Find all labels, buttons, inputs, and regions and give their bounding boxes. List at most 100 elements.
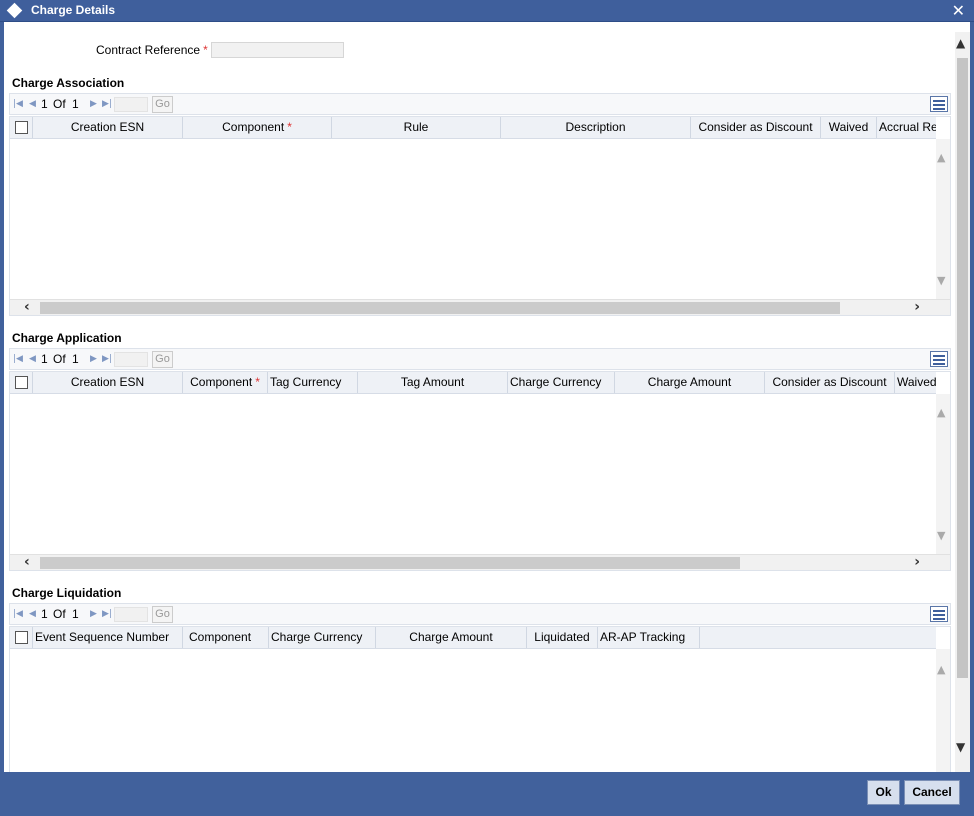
- ok-button[interactable]: Ok: [867, 780, 900, 805]
- select-all-checkbox[interactable]: [15, 121, 28, 134]
- charge-association-grid: Creation ESN Component * Rule Description…: [9, 116, 951, 316]
- current-page: 1: [41, 607, 48, 621]
- window-title: Charge Details: [31, 3, 116, 17]
- required-marker: *: [255, 375, 260, 389]
- column-header[interactable]: Rule: [332, 117, 501, 138]
- column-header-component[interactable]: Component *: [183, 117, 332, 138]
- vertical-scrollbar[interactable]: ▲ ▼: [936, 394, 950, 554]
- table-header: Event Sequence Number Component Charge C…: [10, 627, 936, 649]
- scroll-down-icon[interactable]: ▼: [956, 740, 965, 754]
- page-number-input[interactable]: [114, 607, 148, 622]
- select-all-cell: [10, 627, 33, 648]
- scroll-up-icon[interactable]: ▲: [956, 36, 965, 50]
- current-page: 1: [41, 352, 48, 366]
- column-header[interactable]: Accrual Re: [877, 117, 936, 138]
- column-header-component[interactable]: Component *: [183, 372, 268, 393]
- next-page-icon[interactable]: ▶: [90, 354, 97, 365]
- select-all-checkbox[interactable]: [15, 376, 28, 389]
- vertical-scrollbar[interactable]: ▲ ▼: [936, 139, 950, 299]
- page-number-input[interactable]: [114, 97, 148, 112]
- scroll-down-icon[interactable]: ▼: [937, 274, 945, 287]
- select-all-cell: [10, 372, 33, 393]
- column-header[interactable]: Consider as Discount: [765, 372, 895, 393]
- select-all-checkbox[interactable]: [15, 631, 28, 644]
- table-header: Creation ESN Component * Tag Currency Tag…: [10, 372, 936, 394]
- required-marker: *: [203, 43, 208, 57]
- column-header[interactable]: Charge Amount: [615, 372, 765, 393]
- last-page-icon[interactable]: ▶|: [102, 609, 112, 620]
- grid-settings-icon[interactable]: [930, 351, 948, 367]
- charge-association-title: Charge Association: [12, 76, 125, 90]
- page-number-input[interactable]: [114, 352, 148, 367]
- scroll-up-icon[interactable]: ▲: [937, 663, 945, 676]
- last-page-icon[interactable]: ▶|: [102, 99, 112, 110]
- dialog-vertical-scrollbar[interactable]: ▲ ▼: [955, 32, 970, 772]
- column-header[interactable]: Creation ESN: [33, 372, 183, 393]
- select-all-cell: [10, 117, 33, 138]
- charge-liquidation-toolbar: |◀ ◀ 1 Of 1 ▶ ▶| Go: [9, 603, 951, 625]
- scroll-left-icon[interactable]: ‹: [24, 554, 30, 570]
- next-page-icon[interactable]: ▶: [90, 609, 97, 620]
- current-page: 1: [41, 97, 48, 111]
- charge-application-title: Charge Application: [12, 331, 122, 345]
- scrollbar-thumb[interactable]: [40, 557, 740, 569]
- previous-page-icon[interactable]: ◀: [29, 609, 36, 620]
- next-page-icon[interactable]: ▶: [90, 99, 97, 110]
- column-header[interactable]: Tag Amount: [358, 372, 508, 393]
- scroll-up-icon[interactable]: ▲: [937, 406, 945, 419]
- scroll-down-icon[interactable]: ▼: [937, 529, 945, 542]
- first-page-icon[interactable]: |◀: [13, 609, 23, 620]
- previous-page-icon[interactable]: ◀: [29, 354, 36, 365]
- column-header[interactable]: Waived: [895, 372, 936, 393]
- required-marker: *: [287, 120, 292, 134]
- go-button[interactable]: Go: [152, 606, 173, 623]
- column-header[interactable]: Charge Currency: [269, 627, 376, 648]
- column-header[interactable]: Tag Currency: [268, 372, 358, 393]
- previous-page-icon[interactable]: ◀: [29, 99, 36, 110]
- charge-liquidation-grid: Event Sequence Number Component Charge C…: [9, 626, 951, 772]
- close-icon[interactable]: ✕: [952, 1, 965, 20]
- horizontal-scrollbar[interactable]: ‹ ›: [10, 554, 950, 570]
- column-header[interactable]: Creation ESN: [33, 117, 183, 138]
- last-page-icon[interactable]: ▶|: [102, 354, 112, 365]
- scrollbar-thumb[interactable]: [40, 302, 840, 314]
- column-header[interactable]: Description: [501, 117, 691, 138]
- of-label: Of: [53, 607, 66, 621]
- column-header[interactable]: Consider as Discount: [691, 117, 821, 138]
- horizontal-scrollbar[interactable]: ‹ ›: [10, 299, 950, 315]
- scroll-right-icon[interactable]: ›: [914, 299, 920, 315]
- vertical-scrollbar[interactable]: ▲: [936, 649, 950, 772]
- column-header[interactable]: AR-AP Tracking: [598, 627, 700, 648]
- column-header[interactable]: Event Sequence Number: [33, 627, 183, 648]
- grid-settings-icon[interactable]: [930, 96, 948, 112]
- go-button[interactable]: Go: [152, 96, 173, 113]
- cancel-button[interactable]: Cancel: [904, 780, 960, 805]
- column-header-label: Component: [190, 375, 253, 389]
- total-pages: 1: [72, 607, 79, 621]
- column-header[interactable]: Charge Amount: [376, 627, 527, 648]
- first-page-icon[interactable]: |◀: [13, 99, 23, 110]
- charge-liquidation-title: Charge Liquidation: [12, 586, 122, 600]
- grid-settings-icon[interactable]: [930, 606, 948, 622]
- column-header[interactable]: Liquidated: [527, 627, 598, 648]
- title-bar: Charge Details ✕: [0, 0, 974, 22]
- total-pages: 1: [72, 352, 79, 366]
- dialog-content: Contract Reference * Charge Association |…: [4, 22, 970, 772]
- column-header[interactable]: Charge Currency: [508, 372, 615, 393]
- scrollbar-thumb[interactable]: [957, 58, 968, 678]
- of-label: Of: [53, 97, 66, 111]
- first-page-icon[interactable]: |◀: [13, 354, 23, 365]
- table-header: Creation ESN Component * Rule Description…: [10, 117, 936, 139]
- scroll-right-icon[interactable]: ›: [914, 554, 920, 570]
- column-header[interactable]: Component: [183, 627, 269, 648]
- column-header[interactable]: Waived: [821, 117, 877, 138]
- app-diamond-icon: [6, 2, 23, 19]
- scroll-up-icon[interactable]: ▲: [937, 151, 945, 164]
- dialog-footer: Ok Cancel: [0, 772, 974, 816]
- contract-reference-input[interactable]: [211, 42, 344, 58]
- charge-application-toolbar: |◀ ◀ 1 Of 1 ▶ ▶| Go: [9, 348, 951, 370]
- go-button[interactable]: Go: [152, 351, 173, 368]
- charge-association-toolbar: |◀ ◀ 1 Of 1 ▶ ▶| Go: [9, 93, 951, 115]
- scroll-left-icon[interactable]: ‹: [24, 299, 30, 315]
- charge-application-grid: Creation ESN Component * Tag Currency Tag…: [9, 371, 951, 571]
